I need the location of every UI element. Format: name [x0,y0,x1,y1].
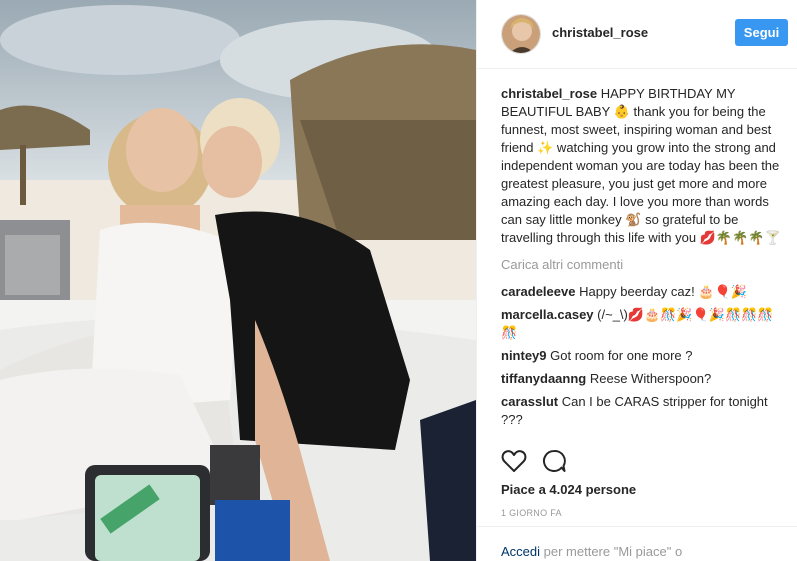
comment-text: Got room for one more ? [550,348,693,363]
login-prompt-text: per mettere "Mi piace" o [540,544,683,559]
load-more-comments-link[interactable]: Carica altri commenti [501,256,786,274]
comment-username[interactable]: carasslut [501,394,558,409]
comment-icon[interactable] [542,449,566,473]
comment-item: nintey9 Got room for one more ? [501,347,786,365]
comment-username[interactable]: caradeleeve [501,284,575,299]
comment-text: Happy beerday caz! 🎂🎈🎉 [579,284,747,299]
caption-username[interactable]: christabel_rose [501,86,597,101]
login-prompt: Accedi per mettere "Mi piace" o [477,526,797,559]
comment-text: Reese Witherspoon? [589,371,712,386]
likes-count[interactable]: Piace a 4.024 persone [501,482,636,497]
comment-username[interactable]: marcella.casey [501,307,594,322]
post-photo[interactable] [0,0,476,561]
comment-username[interactable]: nintey9 [501,348,547,363]
comment-item: caradeleeve Happy beerday caz! 🎂🎈🎉 [501,283,786,301]
comments-list[interactable]: christabel_rose HAPPY BIRTHDAY MY BEAUTI… [501,85,786,437]
login-link[interactable]: Accedi [501,544,540,559]
avatar[interactable] [501,14,541,54]
post-sidebar: christabel_rose Segui christabel_rose HA… [476,0,797,561]
beach-photo-image [0,0,476,561]
caption: christabel_rose HAPPY BIRTHDAY MY BEAUTI… [501,85,786,247]
username-link[interactable]: christabel_rose [552,25,648,40]
follow-button[interactable]: Segui [735,19,788,46]
comment-item: tiffanydaanng Reese Witherspoon? [501,370,786,388]
comment-username[interactable]: tiffanydaanng [501,371,586,386]
comment-item: marcella.casey (/~_\)💋🎂🎊🎉🎈🎉🎊🎊🎊🎊 [501,306,786,342]
comment-item: carasslut Can I be CARAS stripper for to… [501,393,786,429]
post-timestamp[interactable]: 1 GIORNO FA [501,508,562,518]
avatar-image [502,15,540,53]
heart-icon[interactable] [501,449,527,473]
post-header: christabel_rose Segui [477,0,797,69]
caption-text: HAPPY BIRTHDAY MY BEAUTIFUL BABY 👶 thank… [501,86,781,245]
